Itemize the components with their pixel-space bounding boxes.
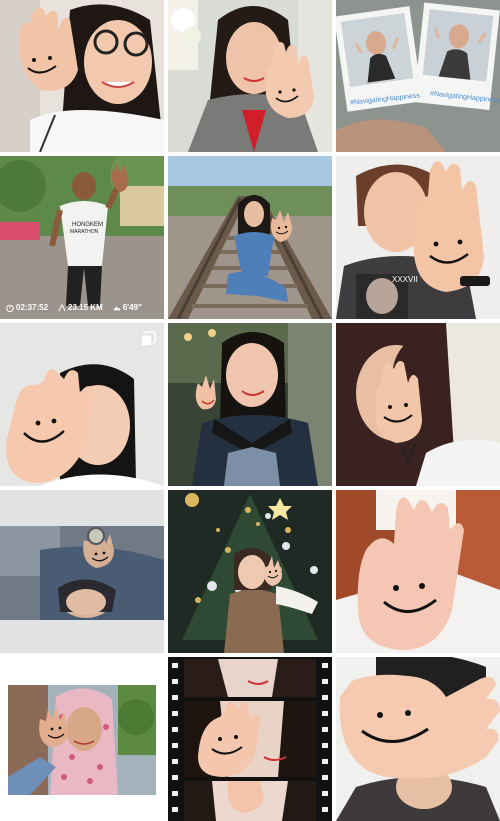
shirt-text: HONGKEM — [72, 222, 103, 228]
photo-tile-7[interactable] — [0, 323, 164, 486]
photo-image — [336, 657, 500, 821]
photo-image — [0, 657, 164, 821]
svg-text:XXXVII: XXXVII — [392, 275, 418, 284]
photo-image — [168, 156, 332, 319]
photo-image — [168, 490, 332, 653]
photo-tile-9[interactable] — [336, 323, 500, 486]
photo-image — [336, 490, 500, 653]
photo-image — [168, 0, 332, 152]
photo-tile-11[interactable] — [168, 490, 332, 653]
photo-tile-15[interactable] — [336, 657, 500, 821]
photo-image — [0, 490, 164, 653]
distance-icon — [58, 303, 66, 311]
photo-image — [336, 0, 500, 152]
stopwatch-icon — [6, 304, 14, 312]
photo-tile-3[interactable]: #NavigatingHappiness #NavigatingHappines… — [336, 0, 500, 152]
multiple-photos-icon — [140, 331, 156, 347]
run-pace: 6'49" — [113, 303, 142, 312]
photo-image — [0, 323, 164, 486]
photo-tile-1[interactable] — [0, 0, 164, 152]
shoe-icon — [113, 305, 120, 310]
photo-tile-14[interactable] — [168, 657, 332, 821]
photo-image — [0, 0, 164, 152]
run-time: 02:37:52 — [6, 303, 48, 312]
shirt-text: MARATHON — [70, 229, 99, 235]
photo-image: XXXVII — [336, 156, 500, 319]
photo-tile-10[interactable] — [0, 490, 164, 653]
photo-grid: #NavigatingHappiness #NavigatingHappines… — [0, 0, 500, 821]
run-time-value: 02:37:52 — [16, 303, 49, 312]
photo-tile-5[interactable] — [168, 156, 332, 319]
photo-tile-12[interactable] — [336, 490, 500, 653]
photo-image — [168, 657, 332, 821]
run-stats: 02:37:52 23.15 KM 6'49" — [6, 303, 142, 312]
photo-tile-2[interactable] — [168, 0, 332, 152]
run-pace-value: 6'49" — [122, 303, 142, 312]
run-distance: 23.15 KM — [58, 303, 103, 312]
photo-tile-4[interactable]: HONGKEM MARATHON 02:37:52 23.15 KM 6'49" — [0, 156, 164, 319]
photo-image — [336, 323, 500, 486]
run-distance-value: 23.15 KM — [68, 303, 103, 312]
photo-image: HONGKEM MARATHON — [0, 156, 164, 319]
photo-image — [168, 323, 332, 486]
photo-tile-8[interactable] — [168, 323, 332, 486]
photo-tile-6[interactable]: XXXVII — [336, 156, 500, 319]
photo-tile-13[interactable] — [0, 657, 164, 821]
